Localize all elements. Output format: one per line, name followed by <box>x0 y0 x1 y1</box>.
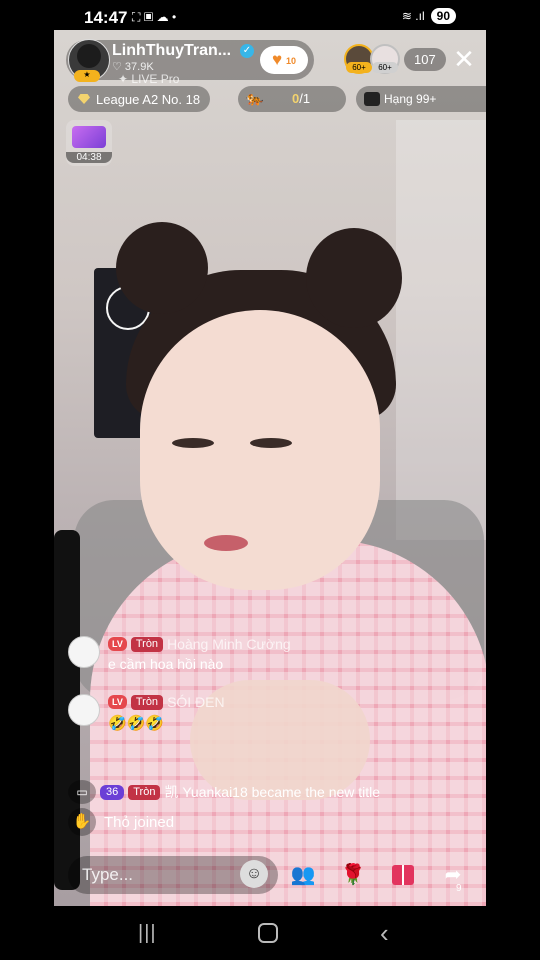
streamer-eye-right <box>250 438 292 448</box>
gift-button[interactable] <box>384 856 422 894</box>
title-announcement: ▭ 36 Tròn 凯 Yuankai18 became the new tit… <box>68 780 380 804</box>
gift-icon <box>392 865 414 885</box>
streamer-eye-left <box>172 438 214 448</box>
fan-club-badge: Tròn <box>128 784 161 800</box>
hair-bun-left <box>116 222 208 314</box>
host-avatar-badge: ★ <box>74 70 100 82</box>
host-name[interactable]: LinhThuyTran... <box>112 42 231 60</box>
chat-username[interactable]: Hoàng Minh Cường <box>167 636 291 652</box>
chat-header: LV Tròn SÓI ĐEN <box>108 694 225 710</box>
close-button[interactable]: ✕ <box>450 44 478 74</box>
streamer-lips <box>204 535 248 551</box>
fan-club-badge: Tròn <box>130 636 164 652</box>
league-pill[interactable]: League A2 No. 18 <box>68 86 211 112</box>
fan-club-badge: Tròn <box>130 694 164 710</box>
background-shelf <box>396 120 486 540</box>
diamond-icon <box>78 94 90 104</box>
join-notice: ✋ Thỏ joined <box>68 808 174 836</box>
heart-icon: ♥ <box>272 50 283 69</box>
status-bar: 14:47 ⛶ ▣ ☁ • ≋ .ıl 90 <box>0 0 540 34</box>
tiger-icon: 🐅 <box>246 90 264 106</box>
back-button[interactable]: ‹ <box>380 918 389 949</box>
notification-icons: ⛶ ▣ ☁ • <box>132 10 177 24</box>
recents-button[interactable]: ||| <box>138 922 157 945</box>
fan-level-badge: 36 <box>100 784 125 800</box>
status-right: ≋ .ıl 90 <box>402 8 456 24</box>
task-total: /1 <box>299 91 311 106</box>
viewer-badge: 60+ <box>346 62 372 73</box>
top-viewers[interactable]: 60+ 60+ 107 <box>344 44 446 74</box>
home-button[interactable] <box>258 923 278 943</box>
wave-hand-icon: ✋ <box>68 808 96 836</box>
chat-avatar[interactable] <box>68 636 100 668</box>
bottom-action-bar: ☺ 👥 🌹 ➦9 <box>54 852 486 900</box>
share-button[interactable]: ➦ 9 <box>434 856 472 894</box>
level-badge: LV <box>108 695 127 709</box>
system-nav-bar: ||| ‹ <box>0 906 540 960</box>
rank-pill[interactable]: Hạng 99+ <box>356 86 486 112</box>
hair-bun-right <box>306 228 402 328</box>
chat-text: 🤣🤣🤣 <box>108 715 165 732</box>
live-pro-label: ✦ LIVE Pro <box>118 72 180 86</box>
follow-button[interactable]: ♥ 10 <box>260 46 308 74</box>
chat-username[interactable]: SÓI ĐEN <box>167 694 225 710</box>
league-label: League A2 No. 18 <box>96 91 201 107</box>
timer-value: 04:38 <box>66 152 112 163</box>
status-time: 14:47 <box>84 8 128 27</box>
battery-icon: 90 <box>430 8 456 24</box>
treasure-box-icon <box>72 126 106 148</box>
chat-text: e cầm hoa hồi nào <box>108 656 224 672</box>
chat-avatar[interactable] <box>68 694 100 726</box>
task-progress: 0/1 <box>292 91 310 106</box>
viewer-count[interactable]: 107 <box>404 47 446 71</box>
verified-icon: ✓ <box>240 44 254 58</box>
rose-icon[interactable]: 🌹 <box>334 856 372 894</box>
rank-icon <box>364 92 380 106</box>
level-badge: LV <box>108 637 127 651</box>
task-pill[interactable]: 🐅 0/1 <box>238 86 346 112</box>
rank-label: Hạng 99+ <box>384 92 437 106</box>
multi-guest-icon[interactable]: 👥 <box>284 856 322 894</box>
timer-card[interactable]: 04:38 <box>66 120 112 166</box>
signal-icon: ≋ .ıl <box>401 9 425 23</box>
follow-count: 10 <box>286 56 297 66</box>
viewer-avatar[interactable]: 60+ <box>370 44 400 74</box>
join-text: Thỏ joined <box>104 813 175 831</box>
viewer-badge: 60+ <box>372 62 398 73</box>
live-stream-view[interactable]: ★ LinhThuyTran... ✓ ♡ 37.9K ♥ 10 ✦ LIVE … <box>54 30 486 906</box>
streamer-face <box>140 310 380 590</box>
announcement-text: 凯 Yuankai18 became the new title <box>164 784 381 800</box>
sofa-icon: ▭ <box>68 780 96 804</box>
share-count: 9 <box>456 883 462 894</box>
chat-header: LV Tròn Hoàng Minh Cường <box>108 636 291 652</box>
emoji-icon[interactable]: ☺ <box>240 860 268 888</box>
